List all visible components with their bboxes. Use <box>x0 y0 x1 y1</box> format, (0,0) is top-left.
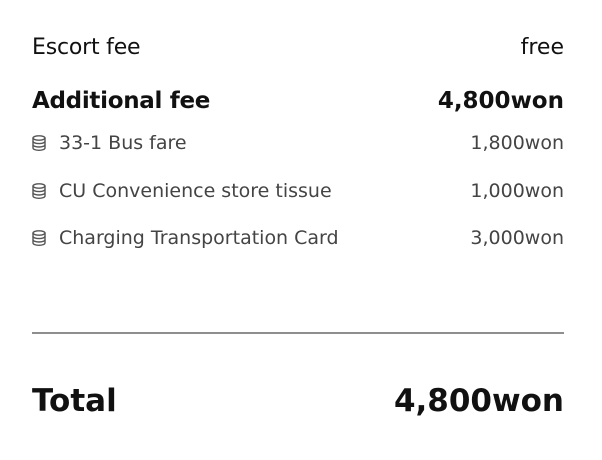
divider <box>32 332 564 334</box>
fee-item-label: Charging Transportation Card <box>59 227 339 249</box>
total-label: Total <box>32 383 117 419</box>
fee-item-left: Charging Transportation Card <box>32 227 339 249</box>
fee-item-row: 33-1 Bus fare 1,800won <box>32 128 564 158</box>
escort-fee-row: Escort fee free <box>32 30 564 64</box>
fee-item-label: 33-1 Bus fare <box>59 132 187 154</box>
fee-item-value: 1,000won <box>470 180 564 202</box>
coin-stack-icon <box>32 230 46 246</box>
coin-stack-icon <box>32 135 46 151</box>
escort-fee-value: free <box>520 34 564 60</box>
coin-stack-icon <box>32 183 46 199</box>
total-row: Total 4,800won <box>32 378 564 424</box>
fee-item-left: 33-1 Bus fare <box>32 132 187 154</box>
fee-item-label: CU Convenience store tissue <box>59 180 332 202</box>
fee-item-value: 1,800won <box>470 132 564 154</box>
fee-item-row: Charging Transportation Card 3,000won <box>32 223 564 253</box>
fee-item-row: CU Convenience store tissue 1,000won <box>32 176 564 206</box>
fee-item-value: 3,000won <box>470 227 564 249</box>
escort-fee-label: Escort fee <box>32 34 141 60</box>
additional-fee-row: Additional fee 4,800won <box>32 84 564 118</box>
fee-item-left: CU Convenience store tissue <box>32 180 332 202</box>
total-value: 4,800won <box>393 383 564 419</box>
additional-fee-label: Additional fee <box>32 88 211 114</box>
additional-fee-value: 4,800won <box>437 88 564 114</box>
